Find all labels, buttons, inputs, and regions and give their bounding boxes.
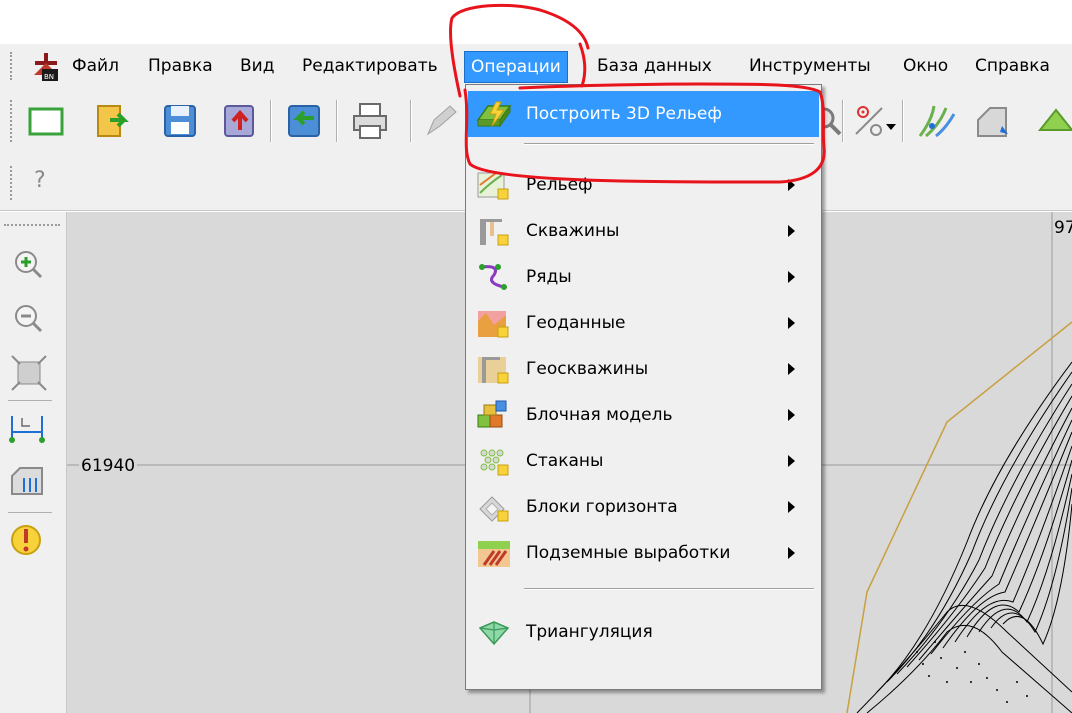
toolbar-separator [336,100,338,142]
menu-item-label: Рельеф [526,175,593,195]
menu-item-triangulation[interactable]: Триангуляция [468,609,819,655]
menu-separator [524,143,814,145]
menu-help[interactable]: Справка [969,51,1056,81]
menu-operations[interactable]: Операции [464,51,568,83]
app-logo-icon: BN [32,53,60,81]
toolbar-separator [270,100,272,142]
new-file-icon[interactable] [26,100,66,142]
submenu-arrow-icon [788,547,795,559]
toolbar-separator [8,512,52,513]
grid-label-x: 97 [1054,218,1072,238]
menu-edit[interactable]: Правка [142,51,219,81]
rows-icon [476,261,512,293]
menu-item-cups[interactable]: Стаканы [468,438,819,484]
save-icon[interactable] [160,100,200,142]
zoom-extents-icon[interactable] [8,354,52,394]
toolbar-separator [8,400,52,401]
menu-item-label: Ряды [526,267,572,287]
database-export-icon[interactable] [220,100,260,142]
menu-item-label: Скважины [526,221,620,241]
menu-item-underground-workings[interactable]: Подземные выработки [468,530,819,576]
menu-item-label: Блоки горизонта [526,497,678,517]
menu-modify[interactable]: Редактировать [296,51,444,81]
toolbar-grip[interactable] [4,224,60,228]
toolbar-separator [842,100,844,142]
menu-file[interactable]: Файл [66,51,125,81]
menu-item-label: Геоскважины [526,359,649,379]
warning-icon[interactable] [8,522,52,562]
save-as-icon[interactable] [284,100,324,142]
submenu-arrow-icon [788,317,795,329]
geodata-icon [476,307,512,339]
submenu-arrow-icon [788,455,795,467]
toolbar-grip[interactable] [10,52,16,80]
triangulation-icon [476,616,512,648]
menu-item-geowells[interactable]: Геоскважины [468,346,819,392]
menu-item-label: Геоданные [526,313,626,333]
menu-item-wells[interactable]: Скважины [468,208,819,254]
cups-icon [476,445,512,477]
svg-text:BN: BN [44,73,54,81]
wells-icon [476,215,512,247]
block-model-icon [476,399,512,431]
zoom-out-icon[interactable] [8,300,52,340]
toolbar-separator [410,100,412,142]
left-toolbar [0,212,67,713]
underground-workings-icon [476,537,512,569]
layer-tool-icon[interactable] [1036,100,1072,142]
operations-dropdown-menu: Построить 3D Рельеф Рельеф Скважины Ряды… [465,84,822,690]
chevron-down-icon[interactable] [886,124,896,130]
toolbar-separator [902,100,904,142]
build-3d-relief-icon [476,98,512,130]
menu-item-geodata[interactable]: Геоданные [468,300,819,346]
menu-item-label: Построить 3D Рельеф [526,104,722,124]
menu-item-label: Стаканы [526,451,604,471]
help-icon[interactable]: ? [34,168,46,193]
submenu-arrow-icon [788,409,795,421]
grid-label-y: 61940 [79,456,138,476]
menu-separator [524,588,814,590]
menu-item-build-3d-relief[interactable]: Построить 3D Рельеф [468,91,819,137]
measure-distance-icon[interactable] [8,408,52,448]
submenu-arrow-icon [788,501,795,513]
menu-item-horizon-blocks[interactable]: Блоки горизонта [468,484,819,530]
menu-bar: BN Файл Правка Вид Редактировать Операци… [0,44,1072,88]
horizon-blocks-icon [476,491,512,523]
submenu-arrow-icon [788,363,795,375]
menu-item-label: Триангуляция [526,622,653,642]
toolbar-grip[interactable] [10,166,16,200]
zoom-in-icon[interactable] [8,246,52,286]
menu-item-block-model[interactable]: Блочная модель [468,392,819,438]
menu-window[interactable]: Окно [897,51,954,81]
contour-map-icon[interactable] [916,100,956,142]
geowells-icon [476,353,512,385]
pencil-icon[interactable] [420,100,460,142]
submenu-arrow-icon [788,271,795,283]
print-icon[interactable] [350,100,390,142]
menu-item-label: Блочная модель [526,405,673,425]
menu-item-rows[interactable]: Ряды [468,254,819,300]
submenu-arrow-icon [788,225,795,237]
menu-tools[interactable]: Инструменты [743,51,877,81]
open-file-icon[interactable] [92,100,132,142]
submenu-arrow-icon [788,179,795,191]
measure-area-icon[interactable] [8,462,52,502]
polygon-tool-icon[interactable] [972,100,1012,142]
menu-item-relief[interactable]: Рельеф [468,162,819,208]
percent-icon[interactable] [852,100,886,142]
relief-icon [476,169,512,201]
menu-item-label: Подземные выработки [526,543,731,563]
menu-database[interactable]: База данных [591,51,718,81]
toolbar-grip[interactable] [10,100,16,142]
menu-view[interactable]: Вид [234,51,280,81]
